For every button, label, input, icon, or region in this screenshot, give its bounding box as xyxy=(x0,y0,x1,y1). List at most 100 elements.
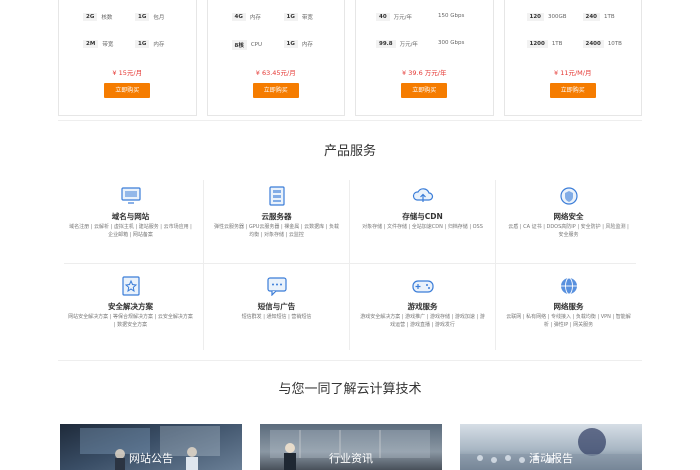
product-network-services[interactable]: 网络服务 云联网 | 私有网络 | 专线接入 | 负载均衡 | VPN | 智能… xyxy=(498,266,639,352)
price-label: ¥ 39.6 万元/年 xyxy=(402,69,447,77)
tech-section-title: 与您一同了解云计算技术 xyxy=(278,382,422,397)
product-name: 云服务器 xyxy=(261,212,292,221)
tile-site-announcements[interactable]: 网站公告 xyxy=(60,424,242,470)
pricing-card: 2G 核数 1G 包月 2M 带宽 1G 内存 ¥ 15元/月 立即购买 xyxy=(58,0,197,116)
spec-item: 1G 包月 xyxy=(135,13,164,21)
product-network-security[interactable]: 网络安全 云盾 | CA 证书 | DDOS高防IP | 安全防护 | 风险监测… xyxy=(498,176,639,262)
buy-now-button[interactable]: 立即购买 xyxy=(252,83,299,98)
shield-icon xyxy=(559,187,578,205)
globe-icon xyxy=(560,277,577,295)
spec-item: 2G 核数 xyxy=(83,13,112,21)
product-desc: 对象存储 | 文件存储 | 全站加速CDN | 归档存储 | OSS xyxy=(362,224,483,230)
product-name: 短信与广告 xyxy=(257,302,296,311)
products-section-title: 产品服务 xyxy=(323,144,376,159)
spec-value: 2M xyxy=(83,40,99,48)
tile-event-reports[interactable]: 活动报告 xyxy=(460,424,642,470)
buy-now-button[interactable]: 立即购买 xyxy=(104,83,151,98)
product-name: 存储与CDN xyxy=(402,212,443,221)
spec-value: 1G xyxy=(283,13,298,21)
spec-item: 2400 10TB xyxy=(582,40,622,48)
product-desc: 游戏安全解决方案 | 游戏推广 | 游戏存储 | 游戏加速 | 游戏运营 | 游… xyxy=(360,314,485,328)
grid-divider xyxy=(64,263,636,264)
monitor-icon xyxy=(120,187,141,204)
product-desc: 域名注册 | 云解析 | 虚拟主机 | 建站服务 | 云市场应用 | 企业邮箱 … xyxy=(69,224,192,238)
spec-item: 99.8 万元/年 xyxy=(376,40,418,48)
spec-item: 1G 内存 xyxy=(135,40,164,48)
price-label: ¥ 11元/M/月 xyxy=(554,69,592,77)
spec-item: 2M 带宽 xyxy=(83,40,113,48)
tile-label: 活动报告 xyxy=(529,452,573,465)
spec-item: 300 Gbps xyxy=(438,40,464,46)
spec-value: 1G xyxy=(135,40,150,48)
spec-item: 150 Gbps xyxy=(438,13,464,19)
cloud-upload-icon xyxy=(412,188,433,202)
pricing-card: 40 万元/年 150 Gbps 99.8 万元/年 300 Gbps ¥ 39.6… xyxy=(355,0,494,116)
product-game-services[interactable]: 游戏服务 游戏安全解决方案 | 游戏推广 | 游戏存储 | 游戏加速 | 游戏运… xyxy=(352,266,493,352)
chat-icon xyxy=(266,277,287,296)
spec-value: 150 Gbps xyxy=(438,13,465,19)
product-desc: 网站安全解决方案 | 等保合规解决方案 | 云安全解决方案 | 数据安全方案 xyxy=(68,314,193,328)
spec-label: 300GB xyxy=(547,14,567,20)
buy-now-button[interactable]: 立即购买 xyxy=(549,83,596,98)
spec-label: 带宽 xyxy=(102,42,114,48)
product-storage-cdn[interactable]: 存储与CDN 对象存储 | 文件存储 | 全站加速CDN | 归档存储 | OS… xyxy=(352,176,493,262)
spec-value: 8核 xyxy=(231,40,247,50)
spec-label: 包月 xyxy=(153,15,165,21)
product-sms-ads[interactable]: 短信与广告 短信群发 | 通知短信 | 营销短信 xyxy=(206,266,347,352)
spec-value: 4G xyxy=(231,13,246,21)
star-icon xyxy=(121,276,140,296)
spec-item: 240 1TB xyxy=(582,13,615,21)
spec-value: 1G xyxy=(283,40,298,48)
spec-label: 1TB xyxy=(603,14,615,20)
product-security-solution[interactable]: 安全解决方案 网站安全解决方案 | 等保合规解决方案 | 云安全解决方案 | 数… xyxy=(60,266,201,352)
product-grid: 域名与网站 域名注册 | 云解析 | 虚拟主机 | 建站服务 | 云市场应用 |… xyxy=(58,176,642,354)
product-name: 安全解决方案 xyxy=(108,302,153,311)
divider xyxy=(58,120,642,121)
spec-value: 2G xyxy=(83,13,98,21)
spec-item: 1G 内存 xyxy=(283,40,313,48)
spec-item: 40 万元/年 xyxy=(376,13,412,21)
price-label: ¥ 15元/月 xyxy=(112,69,143,77)
spec-item: 120 300GB xyxy=(526,13,567,21)
spec-value: 300 Gbps xyxy=(438,40,465,46)
spec-value: 2400 xyxy=(582,40,604,48)
spec-item: 1G 带宽 xyxy=(283,13,313,21)
product-desc: 云联网 | 私有网络 | 专线接入 | 负载均衡 | VPN | 智能解析 | … xyxy=(506,314,631,328)
spec-label: 内存 xyxy=(301,42,313,48)
product-name: 游戏服务 xyxy=(407,302,438,311)
product-desc: 云盾 | CA 证书 | DDOS高防IP | 安全防护 | 风险监测 | 安全… xyxy=(508,224,629,238)
spec-item: 4G 内存 xyxy=(231,13,261,21)
spec-label: 带宽 xyxy=(301,15,313,21)
spec-label: 1TB xyxy=(551,41,563,47)
pricing-card: 120 300GB 240 1TB 1200 1TB 2400 10TB ¥ 11元/M… xyxy=(503,0,642,116)
spec-label: 核数 xyxy=(101,15,113,21)
grid-divider xyxy=(349,180,350,350)
pricing-cards: 2G 核数 1G 包月 2M 带宽 1G 内存 ¥ 15元/月 立即购买 4G 内存 1G… xyxy=(58,0,642,116)
product-cloud-server[interactable]: 云服务器 弹性云服务器 | GPU云服务器 | 裸金属 | 云数据库 | 负载均… xyxy=(206,176,347,262)
spec-label: 10TB xyxy=(607,41,622,47)
product-desc: 短信群发 | 通知短信 | 营销短信 xyxy=(241,314,312,320)
spec-value: 40 xyxy=(376,13,390,21)
grid-divider xyxy=(495,180,496,350)
product-domain-website[interactable]: 域名与网站 域名注册 | 云解析 | 虚拟主机 | 建站服务 | 云市场应用 |… xyxy=(60,176,201,262)
spec-label: 内存 xyxy=(153,42,165,48)
spec-value: 240 xyxy=(582,13,600,21)
grid-divider xyxy=(203,180,204,350)
tech-tiles: 网站公告 行业资讯 活动报告 xyxy=(58,424,642,470)
tile-industry-news[interactable]: 行业资讯 xyxy=(260,424,442,470)
price-label: ¥ 63.45元/月 xyxy=(255,69,296,77)
buy-now-button[interactable]: 立即购买 xyxy=(401,83,448,98)
spec-value: 99.8 xyxy=(376,40,396,48)
spec-value: 120 xyxy=(526,13,544,21)
server-icon xyxy=(268,186,285,206)
spec-value: 1G xyxy=(135,13,150,21)
spec-item: 1200 1TB xyxy=(526,40,563,48)
tile-label: 网站公告 xyxy=(129,452,173,465)
tile-label: 行业资讯 xyxy=(329,452,373,465)
pricing-card: 4G 内存 1G 带宽 8核 CPU 1G 内存 ¥ 63.45元/月 立即购买 xyxy=(206,0,345,116)
spec-label: CPU xyxy=(250,42,263,48)
spec-label: 万元/年 xyxy=(393,15,413,21)
spec-item: 8核 CPU xyxy=(231,40,263,50)
spec-value: 1200 xyxy=(526,40,548,48)
divider xyxy=(58,360,642,361)
